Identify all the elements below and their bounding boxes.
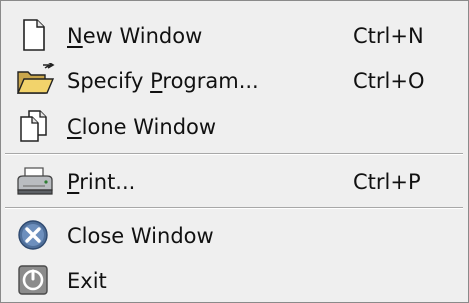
menu-item-print[interactable]: Print... Ctrl+P [3,160,465,202]
menu-item-exit[interactable]: Exit [3,259,465,301]
menu-item-label: Print... [67,170,136,194]
menu-item-shortcut: Ctrl+P [353,170,421,194]
menu-item-close-window[interactable]: Close Window [3,214,465,256]
menu-item-label: Exit [67,269,107,293]
menu-item-label: Clone Window [67,115,217,139]
new-window-icon [15,18,51,52]
menu-item-label: Specify Program... [67,69,259,93]
close-window-icon [15,218,51,252]
file-menu: New Window Ctrl+N Specify Program... Ctr… [0,0,469,303]
menu-item-shortcut: Ctrl+O [353,69,425,93]
menu-item-specify-program[interactable]: Specify Program... Ctrl+O [3,59,465,101]
clone-window-icon [15,109,51,143]
printer-icon [15,164,53,198]
menu-item-new-window[interactable]: New Window Ctrl+N [3,14,465,56]
folder-open-icon [15,63,55,97]
exit-icon [15,263,51,297]
menu-separator [5,153,463,155]
menu-item-label: Close Window [67,224,214,248]
menu-item-shortcut: Ctrl+N [353,24,424,48]
menu-item-label: New Window [67,24,203,48]
menu-separator [5,207,463,209]
menu-item-clone-window[interactable]: Clone Window [3,105,465,147]
